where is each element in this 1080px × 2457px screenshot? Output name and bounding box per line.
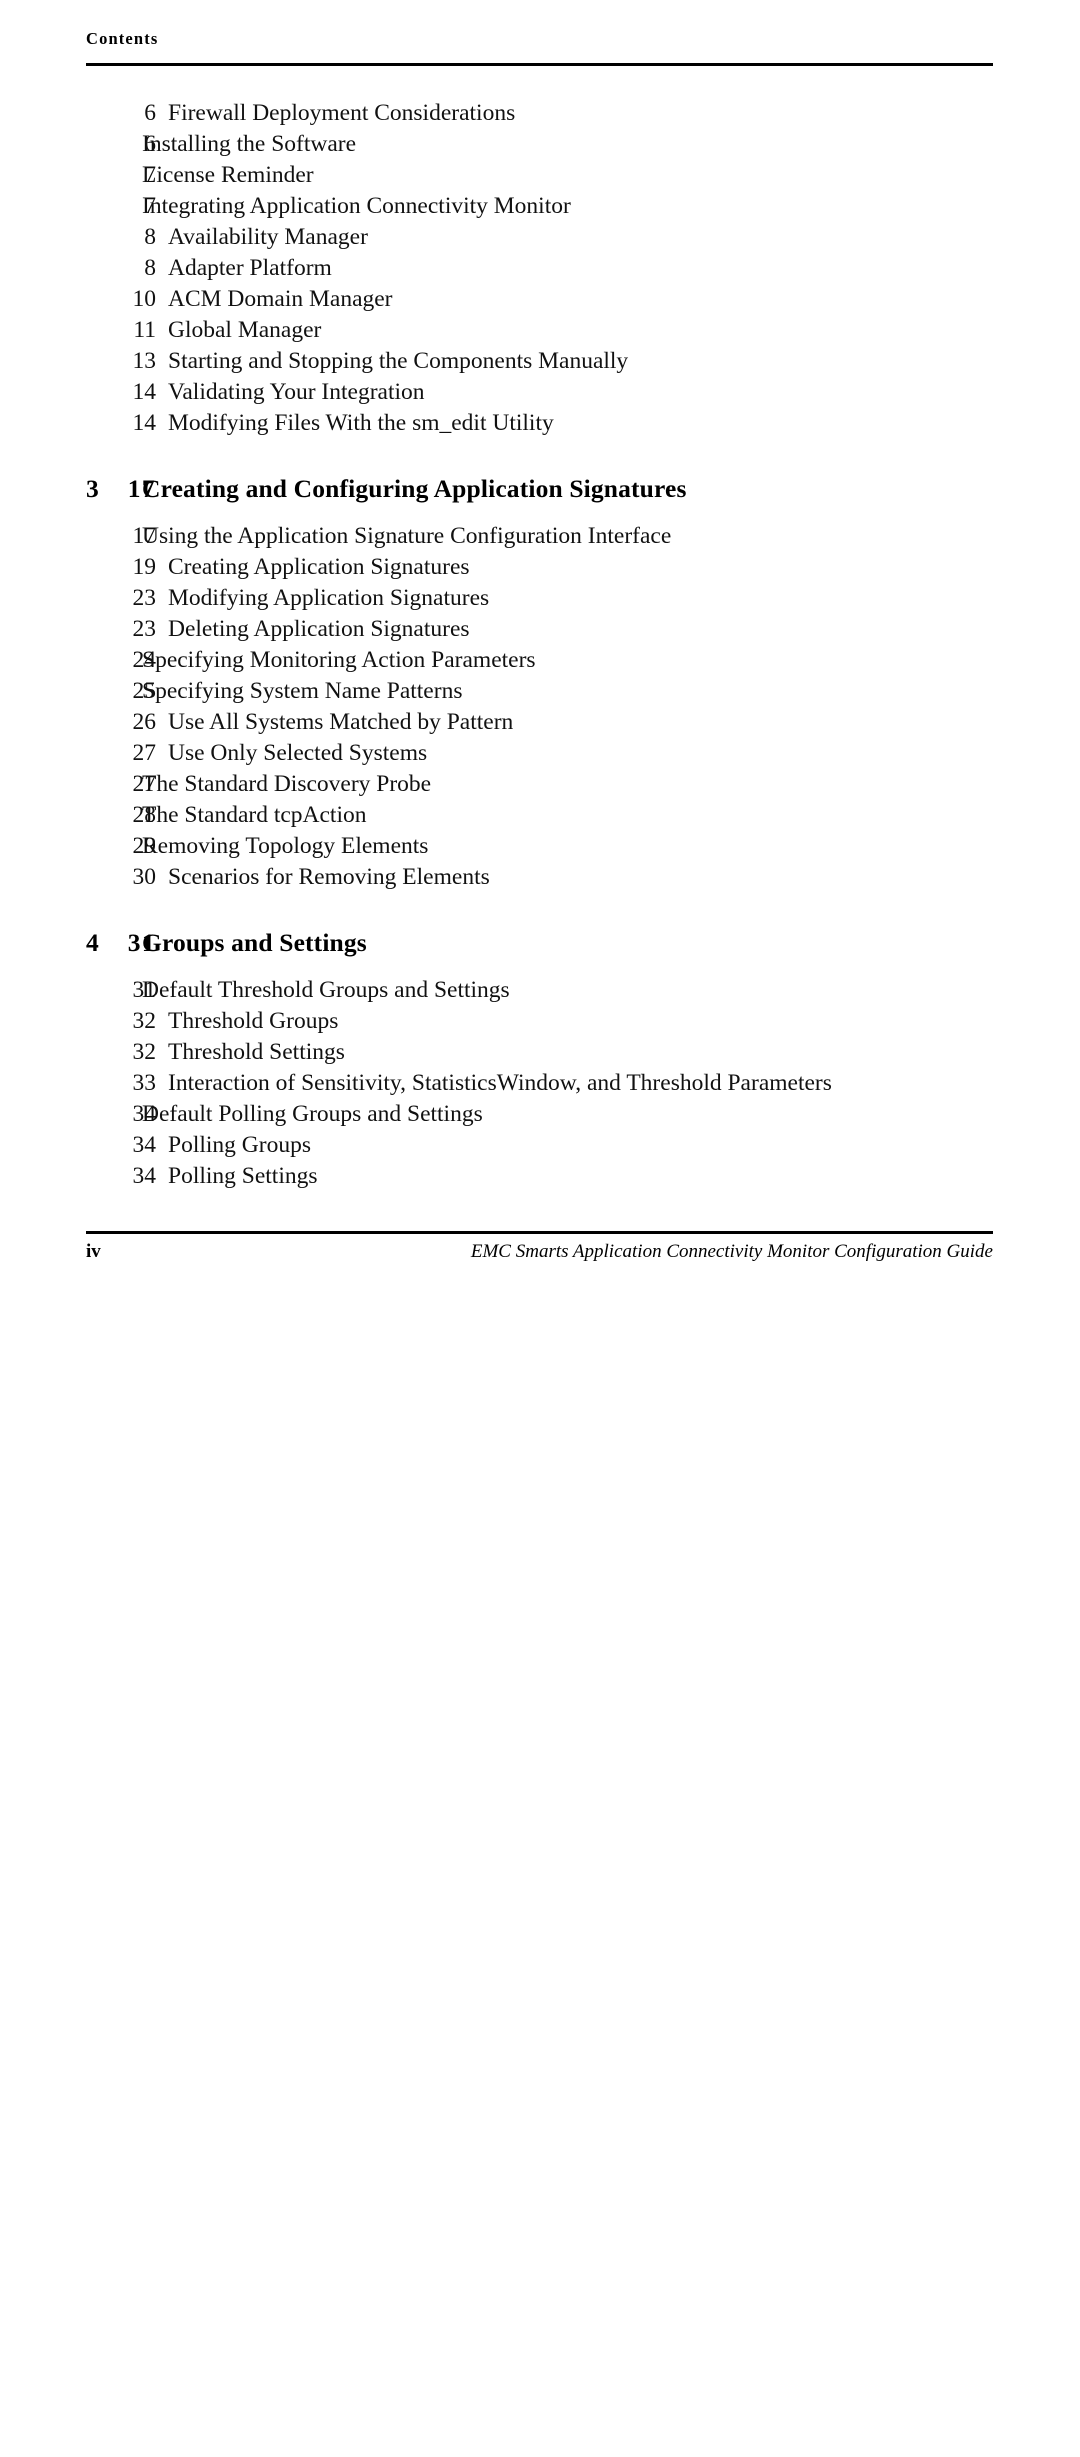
toc-entry-label: Use All Systems Matched by Pattern — [168, 709, 514, 735]
toc-entry-label: Firewall Deployment Considerations — [168, 100, 516, 126]
toc-entry-label: Polling Groups — [168, 1132, 311, 1158]
toc-entry-label: Modifying Application Signatures — [168, 585, 490, 611]
toc-entry[interactable]: Threshold Groups 32 — [86, 1006, 993, 1037]
toc-entry[interactable]: Removing Topology Elements 29 — [86, 831, 993, 862]
toc-entry-label: The Standard tcpAction — [142, 802, 367, 828]
toc-entry[interactable]: Polling Settings 34 — [86, 1161, 993, 1192]
toc-entry[interactable]: Adapter Platform 8 — [86, 253, 993, 284]
toc-entry-label: Availability Manager — [168, 224, 368, 250]
footer-divider — [86, 1231, 993, 1234]
toc-entry-label: Validating Your Integration — [168, 379, 425, 405]
toc-entry-label: Scenarios for Removing Elements — [168, 864, 490, 890]
toc-entry[interactable]: The Standard Discovery Probe 27 — [86, 769, 993, 800]
toc-entry-label: Use Only Selected Systems — [168, 740, 428, 766]
toc-entry[interactable]: Firewall Deployment Considerations 6 — [86, 98, 993, 129]
toc-entry-label: Global Manager — [168, 317, 322, 343]
document-page: Contents Firewall Deployment Considerati… — [0, 0, 1080, 1296]
toc-entry-label: Using the Application Signature Configur… — [142, 523, 672, 549]
toc-entry[interactable]: Creating Application Signatures 19 — [86, 552, 993, 583]
toc-entry-label: Default Polling Groups and Settings — [142, 1101, 483, 1127]
toc-entry[interactable]: Default Polling Groups and Settings 34 — [86, 1099, 993, 1130]
toc-entry-label: License Reminder — [142, 162, 314, 188]
page-title: Contents — [86, 29, 159, 48]
footer-guide-title: EMC Smarts Application Connectivity Moni… — [470, 1241, 993, 1262]
toc-chapter-entry[interactable]: 4 Groups and Settings 31 — [86, 925, 993, 961]
toc-entry[interactable]: Modifying Files With the sm_edit Utility… — [86, 408, 993, 439]
toc-entry-page-number: 34 — [132, 1163, 157, 1189]
running-header: Contents — [86, 29, 993, 48]
toc-entry-label: Removing Topology Elements — [142, 833, 429, 859]
toc-entry-label: Starting and Stopping the Components Man… — [168, 348, 629, 374]
toc-chapter-label: Groups and Settings — [142, 928, 367, 957]
toc-entry[interactable]: Starting and Stopping the Components Man… — [86, 346, 993, 377]
toc-entry-label: Default Threshold Groups and Settings — [142, 977, 510, 1003]
toc-entry[interactable]: Validating Your Integration 14 — [86, 377, 993, 408]
toc-entry[interactable]: Scenarios for Removing Elements 30 — [86, 862, 993, 893]
toc-entry[interactable]: Deleting Application Signatures 23 — [86, 614, 993, 645]
toc-entry[interactable]: Use All Systems Matched by Pattern 26 — [86, 707, 993, 738]
toc-entry[interactable]: Availability Manager 8 — [86, 222, 993, 253]
toc-entry-label: Threshold Groups — [168, 1008, 339, 1034]
toc-entry-label: Deleting Application Signatures — [168, 616, 470, 642]
toc-entry-label: Specifying System Name Patterns — [142, 678, 463, 704]
toc-entry[interactable]: The Standard tcpAction 28 — [86, 800, 993, 831]
toc-entry-label: Polling Settings — [168, 1163, 318, 1189]
toc-entry[interactable]: Threshold Settings 32 — [86, 1037, 993, 1068]
toc-entry[interactable]: Using the Application Signature Configur… — [86, 521, 993, 552]
toc-entry-label: The Standard Discovery Probe — [142, 771, 432, 797]
footer-page-number: iv — [86, 1241, 101, 1262]
toc-entry[interactable]: Specifying System Name Patterns 25 — [86, 676, 993, 707]
toc-entry[interactable]: Global Manager 11 — [86, 315, 993, 346]
toc-chapter-label: Creating and Configuring Application Sig… — [142, 474, 687, 503]
toc-entry[interactable]: Modifying Application Signatures 23 — [86, 583, 993, 614]
toc-entry-label: Modifying Files With the sm_edit Utility — [168, 410, 554, 436]
toc-entry[interactable]: Use Only Selected Systems 27 — [86, 738, 993, 769]
toc-entry[interactable]: Integrating Application Connectivity Mon… — [86, 191, 993, 222]
toc-entry-label: Interaction of Sensitivity, StatisticsWi… — [168, 1070, 832, 1096]
toc-entry[interactable]: Specifying Monitoring Action Parameters 2… — [86, 645, 993, 676]
table-of-contents: Firewall Deployment Considerations 6 Insta… — [86, 98, 993, 1192]
toc-entry[interactable]: License Reminder 7 — [86, 160, 993, 191]
toc-entry[interactable]: Default Threshold Groups and Settings 31 — [86, 975, 993, 1006]
toc-entry-label: Integrating Application Connectivity Mon… — [142, 193, 571, 219]
toc-chapter-entry[interactable]: 3 Creating and Configuring Application Si… — [86, 471, 993, 507]
toc-entry[interactable]: Installing the Software 6 — [86, 129, 993, 160]
toc-entry-label: Adapter Platform — [168, 255, 332, 281]
header-divider — [86, 63, 993, 66]
toc-entry-label: Threshold Settings — [168, 1039, 345, 1065]
toc-entry-label: Installing the Software — [142, 131, 357, 157]
toc-entry-label: Specifying Monitoring Action Parameters — [142, 647, 536, 673]
page-footer: iv EMC Smarts Application Connectivity M… — [86, 1238, 993, 1268]
toc-entry-label: ACM Domain Manager — [168, 286, 393, 312]
toc-entry[interactable]: Polling Groups 34 — [86, 1130, 993, 1161]
toc-entry[interactable]: ACM Domain Manager 10 — [86, 284, 993, 315]
toc-entry-label: Creating Application Signatures — [168, 554, 470, 580]
toc-entry[interactable]: Interaction of Sensitivity, StatisticsWi… — [86, 1068, 993, 1099]
